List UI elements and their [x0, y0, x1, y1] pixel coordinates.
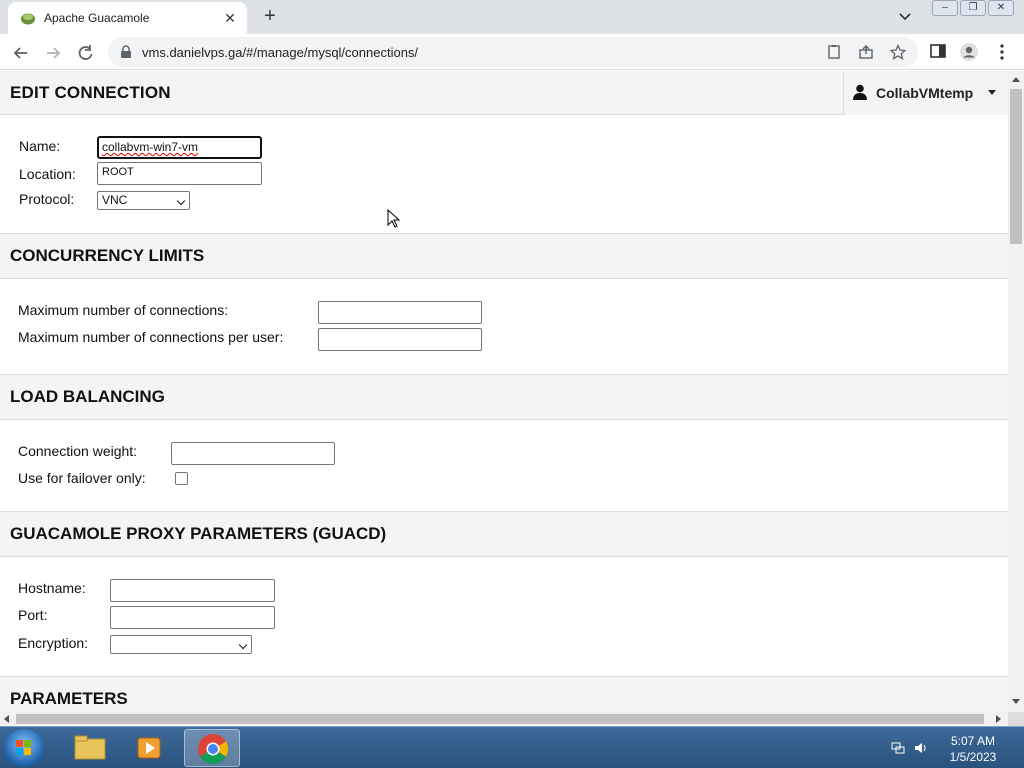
scroll-down-arrow-icon[interactable]	[1012, 699, 1020, 704]
dropdown-arrow-icon	[176, 196, 186, 206]
failover-checkbox[interactable]	[175, 472, 188, 485]
window-close-button[interactable]: ✕	[988, 0, 1014, 16]
restore-button[interactable]: ❐	[960, 0, 986, 16]
location-value: ROOT	[102, 166, 134, 178]
encryption-label: Encryption:	[18, 635, 89, 651]
url-text[interactable]: vms.danielvps.ga/#/manage/mysql/connecti…	[142, 45, 418, 60]
speaker-icon[interactable]	[914, 742, 928, 754]
minimize-button[interactable]: –	[932, 0, 958, 16]
system-clock[interactable]: 5:07 AM 1/5/2023	[940, 733, 1006, 765]
user-menu[interactable]: CollabVMtemp	[843, 71, 1008, 115]
browser-tab[interactable]: Apache Guacamole ✕	[8, 2, 247, 34]
chevron-down-icon	[988, 90, 996, 95]
page-title: EDIT CONNECTION	[10, 83, 171, 102]
concurrency-section-header: CONCURRENCY LIMITS	[0, 233, 1008, 279]
port-input[interactable]	[110, 606, 275, 629]
scroll-right-arrow-icon[interactable]	[996, 715, 1001, 723]
browser-toolbar: vms.danielvps.ga/#/manage/mysql/connecti…	[0, 34, 1024, 70]
username: CollabVMtemp	[876, 85, 974, 101]
failover-label: Use for failover only:	[18, 470, 146, 486]
side-panel-icon[interactable]	[928, 42, 948, 62]
scroll-left-arrow-icon[interactable]	[4, 715, 9, 723]
lock-icon[interactable]	[120, 45, 132, 59]
taskbar-explorer[interactable]	[62, 729, 118, 767]
guacamole-icon	[21, 13, 35, 25]
hostname-input[interactable]	[110, 579, 275, 602]
taskbar-media-player[interactable]	[122, 729, 178, 767]
user-icon	[853, 84, 867, 100]
load-balancing-title: LOAD BALANCING	[10, 387, 165, 406]
network-icon[interactable]	[891, 742, 905, 754]
windows-logo-icon	[16, 740, 31, 755]
port-label: Port:	[18, 607, 48, 623]
browser-tabstrip: Apache Guacamole ✕ + – ❐ ✕	[0, 0, 1024, 34]
guacd-title: GUACAMOLE PROXY PARAMETERS (GUACD)	[10, 524, 387, 543]
bookmark-star-icon[interactable]	[889, 43, 907, 60]
guacd-section-header: GUACAMOLE PROXY PARAMETERS (GUACD)	[0, 511, 1008, 557]
connection-weight-input[interactable]	[171, 442, 335, 465]
dropdown-arrow-icon	[238, 640, 248, 650]
new-tab-button[interactable]: +	[259, 6, 281, 28]
name-label: Name:	[19, 138, 61, 154]
horizontal-scrollbar[interactable]	[0, 712, 1008, 726]
save-page-icon[interactable]	[826, 44, 842, 60]
max-connections-label: Maximum number of connections:	[18, 302, 229, 318]
window-controls: – ❐ ✕	[932, 0, 1014, 18]
address-bar[interactable]: vms.danielvps.ga/#/manage/mysql/connecti…	[108, 37, 918, 67]
max-connections-input[interactable]	[318, 301, 482, 324]
clock-time: 5:07 AM	[950, 734, 996, 748]
max-per-user-label: Maximum number of connections per user:	[18, 329, 284, 345]
browser-menu-icon[interactable]	[992, 42, 1012, 62]
horizontal-scroll-thumb[interactable]	[16, 714, 984, 724]
vertical-scroll-thumb[interactable]	[1010, 89, 1022, 244]
parameters-section-header: PARAMETERS	[0, 676, 1008, 712]
taskbar-chrome[interactable]	[184, 729, 240, 767]
forward-arrow-icon[interactable]	[42, 42, 64, 64]
profile-avatar-icon[interactable]	[959, 42, 979, 62]
mouse-pointer-icon	[387, 209, 401, 228]
clock-date: 1/5/2023	[949, 750, 997, 764]
media-player-icon	[137, 737, 161, 759]
hostname-label: Hostname:	[18, 580, 86, 596]
back-arrow-icon[interactable]	[10, 42, 32, 64]
protocol-label: Protocol:	[19, 191, 75, 207]
vertical-scrollbar[interactable]	[1008, 71, 1024, 712]
share-icon[interactable]	[858, 44, 874, 60]
tab-search-chevron-icon[interactable]	[896, 9, 914, 25]
protocol-select[interactable]: VNC	[97, 191, 190, 210]
max-per-user-input[interactable]	[318, 328, 482, 351]
chrome-icon	[198, 734, 229, 765]
tab-close-icon[interactable]: ✕	[221, 9, 239, 27]
location-label: Location:	[19, 166, 76, 182]
page-header: EDIT CONNECTION CollabVMtemp	[0, 71, 1008, 115]
scroll-up-arrow-icon[interactable]	[1012, 77, 1020, 82]
scrollbar-corner	[1008, 712, 1024, 726]
name-value: collabvm-win7-vm	[102, 140, 199, 154]
encryption-select[interactable]	[110, 635, 252, 654]
concurrency-title: CONCURRENCY LIMITS	[10, 246, 205, 265]
tab-title: Apache Guacamole	[44, 11, 150, 25]
folder-icon	[74, 735, 106, 760]
page-content: EDIT CONNECTION CollabVMtemp Name: colla…	[0, 71, 1008, 712]
load-balancing-section-header: LOAD BALANCING	[0, 374, 1008, 420]
connection-weight-label: Connection weight:	[18, 443, 138, 459]
location-input[interactable]: ROOT	[97, 162, 262, 185]
start-button[interactable]	[4, 729, 44, 767]
name-input[interactable]: collabvm-win7-vm	[97, 136, 262, 159]
parameters-title: PARAMETERS	[10, 689, 128, 708]
reload-icon[interactable]	[74, 42, 96, 64]
protocol-value: VNC	[102, 193, 128, 207]
taskbar: 5:07 AM 1/5/2023	[0, 726, 1024, 768]
